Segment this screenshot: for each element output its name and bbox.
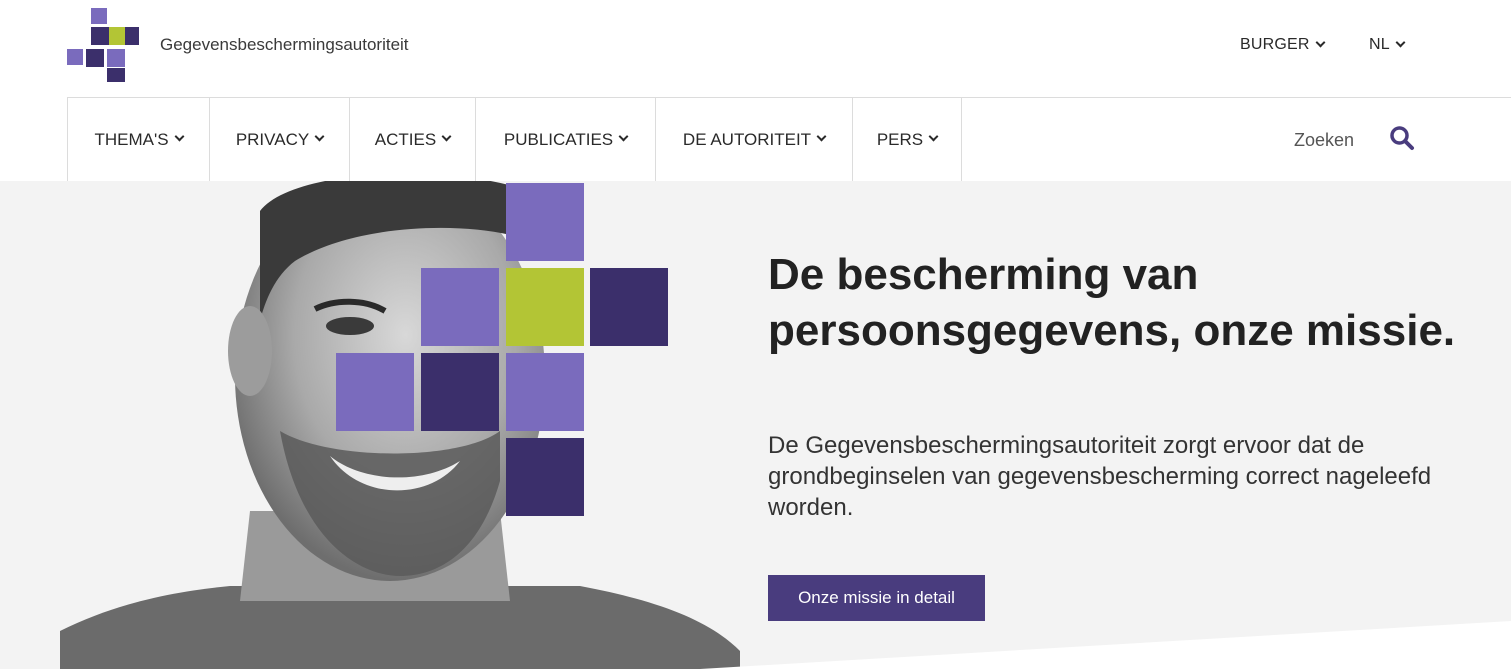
- nav-item-acties[interactable]: ACTIES: [349, 98, 475, 181]
- audience-label: BURGER: [1240, 36, 1310, 53]
- decor-square: [506, 353, 584, 431]
- decor-square: [421, 353, 499, 431]
- decor-square: [336, 353, 414, 431]
- headline-post: , onze missie.: [1169, 306, 1456, 355]
- headline-pre: De: [768, 250, 837, 299]
- top-header: Gegevensbeschermingsautoriteit BURGER NL: [0, 0, 1511, 97]
- decor-square: [506, 183, 584, 261]
- decor-square: [506, 268, 584, 346]
- language-label: NL: [1369, 36, 1390, 53]
- decor-square: [506, 438, 584, 516]
- chevron-down-icon: [928, 131, 939, 142]
- decor-square: [590, 268, 668, 346]
- search-label[interactable]: Zoeken: [1294, 130, 1354, 151]
- main-nav: THEMA'S PRIVACY ACTIES PUBLICATIES DE AU…: [0, 98, 1511, 181]
- brand-name[interactable]: Gegevensbeschermingsautoriteit: [160, 35, 409, 55]
- chevron-down-icon: [1395, 37, 1406, 48]
- hero-headline: De bescherming van persoonsgegevens, onz…: [768, 247, 1468, 359]
- nav-item-privacy[interactable]: PRIVACY: [209, 98, 349, 181]
- logo[interactable]: [67, 8, 139, 82]
- chevron-down-icon: [816, 131, 827, 142]
- hero-section: De bescherming van persoonsgegevens, onz…: [0, 181, 1511, 669]
- mission-detail-button[interactable]: Onze missie in detail: [768, 575, 985, 621]
- search-icon[interactable]: [1389, 125, 1415, 151]
- nav-item-pers[interactable]: PERS: [852, 98, 961, 181]
- chevron-down-icon: [618, 131, 629, 142]
- language-menu[interactable]: NL: [1369, 36, 1406, 54]
- chevron-down-icon: [1315, 37, 1326, 48]
- hero-lead: De Gegevensbeschermingsautoriteit zorgt …: [768, 432, 1432, 521]
- nav-item-label: ACTIES: [374, 129, 437, 149]
- nav-item-label: THEMA'S: [94, 129, 169, 149]
- decor-square: [421, 268, 499, 346]
- nav-item-label: PUBLICATIES: [503, 129, 614, 149]
- nav-item-label: PRIVACY: [235, 129, 310, 149]
- audience-menu[interactable]: BURGER: [1240, 36, 1326, 54]
- nav-item-label: DE AUTORITEIT: [682, 129, 812, 149]
- nav-item-publicaties[interactable]: PUBLICATIES: [475, 98, 655, 181]
- chevron-down-icon: [314, 131, 325, 142]
- nav-item-themas[interactable]: THEMA'S: [67, 98, 209, 181]
- chevron-down-icon: [441, 131, 452, 142]
- chevron-down-icon: [174, 131, 184, 142]
- nav-item-label: PERS: [876, 129, 924, 149]
- nav-divider: [961, 98, 962, 181]
- nav-item-de-autoriteit[interactable]: DE AUTORITEIT: [655, 98, 852, 181]
